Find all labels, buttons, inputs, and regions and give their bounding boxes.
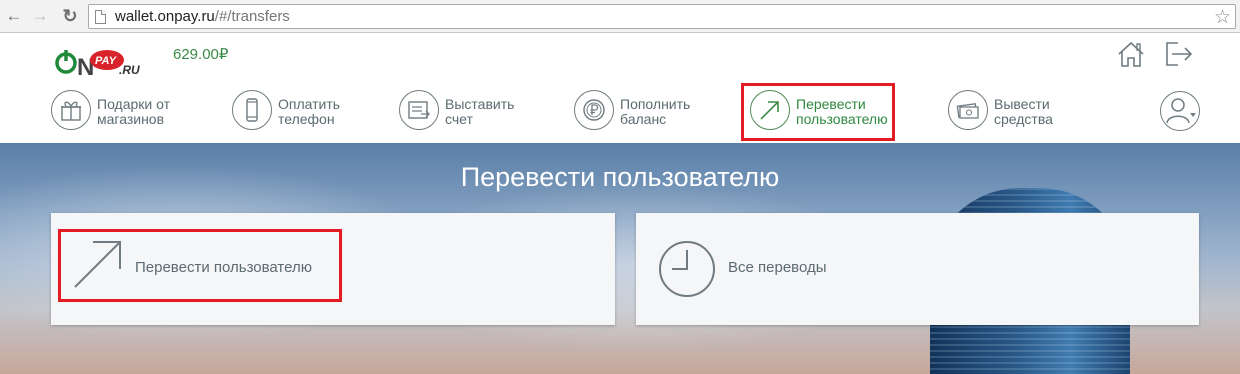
svg-text:PAY: PAY — [95, 55, 118, 67]
address-bar[interactable]: wallet.onpay.ru/#/transfers ☆ — [88, 4, 1236, 29]
clock-icon — [658, 240, 716, 303]
menu-item-invoice[interactable]: Выставить счет — [399, 90, 529, 134]
menu-item-top-up[interactable]: Пополнить баланс — [574, 90, 704, 134]
url-text[interactable]: wallet.onpay.ru/#/transfers — [115, 8, 290, 25]
menu-label: Оплатить телефон — [278, 96, 341, 127]
logout-icon[interactable] — [1164, 40, 1194, 68]
currency-sign: ₽ — [218, 46, 229, 63]
onpay-logo[interactable]: N PAY .RU — [55, 44, 157, 81]
phone-icon — [232, 90, 272, 130]
page-title: Перевести пользователю — [460, 162, 780, 192]
menu-label: Подарки от магазинов — [97, 96, 171, 127]
menu-label: Выставить счет — [445, 96, 515, 127]
menu-label: Пополнить баланс — [620, 96, 691, 127]
highlight-box — [741, 83, 895, 141]
bookmark-star-icon[interactable]: ☆ — [1214, 6, 1231, 29]
wallet-balance: 629.00₽ — [173, 45, 228, 63]
home-icon[interactable] — [1116, 40, 1146, 68]
user-icon[interactable] — [1160, 91, 1200, 131]
gift-icon — [51, 90, 91, 130]
menu-item-withdraw[interactable]: Вывести средства — [948, 90, 1078, 134]
menu-label: Вывести средства — [994, 96, 1053, 127]
highlight-box — [58, 229, 342, 302]
card-label: Все переводы — [728, 259, 827, 276]
svg-text:.RU: .RU — [119, 63, 140, 77]
all-transfers-card[interactable]: Все переводы — [636, 213, 1199, 325]
banknotes-icon — [948, 90, 988, 130]
url-host: wallet.onpay.ru — [115, 8, 215, 25]
reload-icon[interactable]: ↻ — [60, 6, 80, 26]
browser-toolbar: ← → ↻ wallet.onpay.ru/#/transfers ☆ — [0, 0, 1240, 33]
invoice-icon — [399, 90, 439, 130]
back-arrow-icon[interactable]: ← — [4, 6, 24, 26]
ruble-coin-icon — [574, 90, 614, 130]
menu-item-gifts[interactable]: Подарки от магазинов — [51, 90, 201, 134]
forward-arrow-icon[interactable]: → — [30, 6, 50, 26]
balance-amount: 629.00 — [173, 46, 219, 63]
page-icon — [95, 10, 106, 24]
url-path: /#/transfers — [214, 8, 290, 25]
site-header: N PAY .RU 629.00₽ Подарки от магазинов О… — [0, 34, 1240, 143]
menu-item-pay-phone[interactable]: Оплатить телефон — [232, 90, 362, 134]
